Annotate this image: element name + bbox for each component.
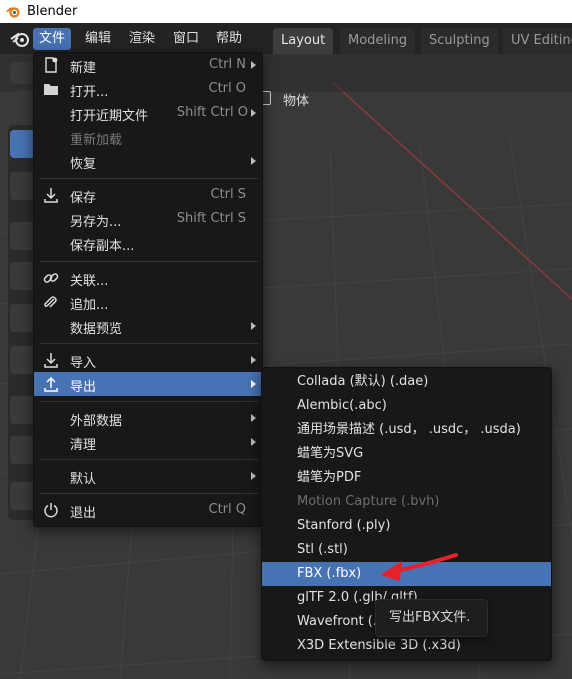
file-menu-data-previews-label: 数据预览 [70,322,123,337]
file-menu-save[interactable]: 保存 Ctrl S [34,183,262,207]
menu-separator [40,261,258,262]
append-icon [42,293,60,311]
submenu-arrow-icon [251,109,256,117]
viewport-object-menu[interactable]: 物体 [283,90,309,109]
menu-separator [40,493,258,494]
file-menu-quit-label: 退出 [70,506,97,521]
save-icon [42,186,60,204]
editor-type-button[interactable] [10,62,34,84]
submenu-arrow-icon [251,322,256,330]
file-menu-save-shortcut: Ctrl S [210,187,246,202]
file-menu-clean-up-label: 清理 [70,438,97,453]
export-gpencil-svg[interactable]: 蜡笔为SVG [262,442,551,466]
file-menu-external-data[interactable]: 外部数据 [34,406,262,430]
top-bar: 文件 编辑 渲染 窗口 帮助 Layout Modeling Sculpting… [0,23,572,54]
submenu-arrow-icon [251,472,256,480]
export-bvh: Motion Capture (.bvh) [297,494,440,509]
menu-separator [40,343,258,344]
menu-window[interactable]: 窗口 [167,28,205,50]
file-menu: 新建 Ctrl N 打开... Ctrl O 打开近期文件 Shift Ctrl… [33,52,263,527]
tab-layout[interactable]: Layout [273,28,334,54]
submenu-arrow-icon [251,356,256,364]
submenu-arrow-icon [251,61,256,69]
export-collada[interactable]: Collada (默认) (.dae) [262,370,551,394]
file-menu-open[interactable]: 打开... Ctrl O [34,77,262,101]
submenu-arrow-icon [251,414,256,422]
menu-file[interactable]: 文件 [33,28,72,50]
export-alembic[interactable]: Alembic(.abc) [262,394,551,418]
select-mode-button[interactable] [10,91,34,113]
file-menu-recover[interactable]: 恢复 [34,149,262,173]
file-menu-data-previews[interactable]: 数据预览 [34,314,262,338]
export-fbx-tooltip: 写出FBX文件. [375,599,488,637]
export-usd[interactable]: 通用场景描述 (.usd， .usdc， .usda) [262,418,551,442]
file-menu-open-recent[interactable]: 打开近期文件 Shift Ctrl O [34,101,262,125]
file-menu-export[interactable]: 导出 [34,372,262,396]
import-icon [42,351,60,369]
new-file-icon [42,56,60,74]
file-menu-save-copy-label: 保存副本... [70,239,135,254]
export-stl[interactable]: Stl (.stl) [262,538,551,562]
power-icon [42,501,60,519]
export-fbx[interactable]: FBX (.fbx) [262,562,551,586]
file-menu-link-label: 关联... [70,274,109,289]
window-titlebar: Blender [0,0,572,23]
export-icon [42,375,60,393]
file-menu-import-label: 导入 [70,356,97,371]
file-menu-save-label: 保存 [70,191,97,206]
file-menu-save-as[interactable]: 另存为... Shift Ctrl S [34,207,262,231]
submenu-arrow-icon [251,157,256,165]
blender-logo-icon [6,7,20,18]
file-menu-open-label: 打开... [70,85,109,100]
file-menu-open-recent-label: 打开近期文件 [70,109,149,124]
file-menu-new-label: 新建 [70,61,97,76]
file-menu-open-shortcut: Ctrl O [208,81,247,96]
file-menu-revert-label: 重新加载 [70,133,123,148]
export-gpencil-pdf[interactable]: 蜡笔为PDF [262,466,551,490]
file-menu-save-as-shortcut: Shift Ctrl S [176,211,246,226]
file-menu-defaults[interactable]: 默认 [34,464,262,488]
file-menu-revert: 重新加载 [34,125,262,149]
file-menu-save-as-label: 另存为... [70,215,122,230]
submenu-arrow-icon [251,380,256,388]
menu-separator [40,459,258,460]
file-menu-quit-shortcut: Ctrl Q [208,502,247,517]
menu-render[interactable]: 渲染 [123,28,161,50]
file-menu-clean-up[interactable]: 清理 [34,430,262,454]
file-menu-save-copy[interactable]: 保存副本... [34,231,262,255]
tab-sculpting[interactable]: Sculpting [421,28,498,54]
window-title: Blender [27,4,78,19]
menu-separator [40,178,258,179]
menu-help[interactable]: 帮助 [210,28,248,50]
file-menu-append-label: 追加... [70,298,109,313]
file-menu-recover-label: 恢复 [70,157,97,172]
submenu-arrow-icon [251,438,256,446]
menu-edit[interactable]: 编辑 [79,28,117,50]
menu-separator [40,401,258,402]
file-menu-open-recent-shortcut: Shift Ctrl O [176,105,248,120]
blender-menu-icon[interactable] [10,30,30,48]
file-menu-quit[interactable]: 退出 Ctrl Q [34,498,262,522]
file-menu-link[interactable]: 关联... [34,266,262,290]
file-menu-external-data-label: 外部数据 [70,414,123,429]
folder-icon [42,80,60,98]
tab-modeling[interactable]: Modeling [340,28,416,54]
tab-uv-editing[interactable]: UV Editing [503,28,572,54]
link-icon [42,269,60,287]
file-menu-export-label: 导出 [70,380,97,395]
export-ply[interactable]: Stanford (.ply) [262,514,551,538]
file-menu-append[interactable]: 追加... [34,290,262,314]
export-x3d[interactable]: X3D Extensible 3D (.x3d) [262,634,551,658]
file-menu-new-shortcut: Ctrl N [209,57,246,72]
file-menu-new[interactable]: 新建 Ctrl N [34,53,262,77]
file-menu-defaults-label: 默认 [70,472,97,487]
file-menu-import[interactable]: 导入 [34,348,262,372]
